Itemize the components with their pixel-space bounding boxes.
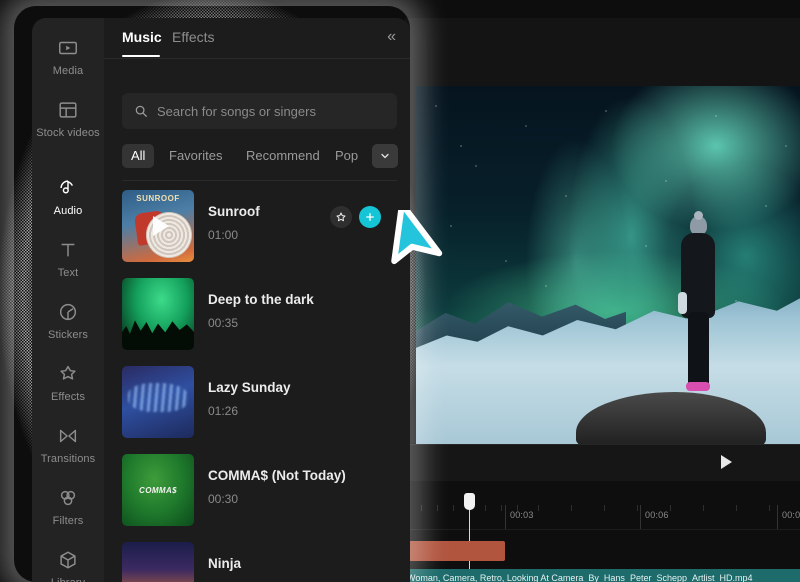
sidebar: Media Stock videos Audio Text Stickers E… — [32, 18, 104, 582]
song-duration: 01:00 — [208, 228, 239, 242]
tab-active-underline — [122, 55, 160, 57]
list-item[interactable]: Ninja 00:41 — [104, 534, 410, 582]
star-icon — [336, 212, 346, 222]
sidebar-item-label: Effects — [50, 391, 86, 403]
panel-content: Music Effects « Search for songs or sing… — [104, 18, 410, 582]
sidebar-item-audio[interactable]: Audio — [32, 168, 104, 226]
figure-legs — [688, 312, 709, 388]
playhead-handle[interactable] — [464, 493, 475, 510]
media-icon — [59, 41, 77, 55]
chip-all[interactable]: All — [122, 144, 155, 168]
list-item[interactable]: Lazy Sunday 01:26 — [104, 358, 410, 446]
sidebar-item-label: Audio — [53, 205, 83, 217]
plus-icon — [366, 213, 374, 221]
add-to-timeline-button[interactable] — [359, 206, 381, 228]
stickers-icon — [59, 303, 77, 321]
favorite-button[interactable] — [330, 206, 352, 228]
chip-recommend[interactable]: Recommend — [237, 144, 329, 168]
timeline[interactable]: 00:03 00:06 00:09 Woman, Camera, Retro, … — [405, 481, 800, 582]
song-list[interactable]: SUNROOF Sunroof 01:00 Deep to the dark 0… — [104, 182, 410, 582]
filters-icon — [60, 490, 76, 506]
ruler-label: 00:09 — [782, 510, 800, 520]
album-art[interactable] — [122, 278, 194, 350]
play-icon[interactable] — [153, 216, 169, 236]
album-art-text: COMMA$ — [139, 485, 177, 495]
sidebar-item-label: Filters — [52, 515, 84, 527]
person-figure — [678, 211, 718, 396]
sidebar-item-label: Stickers — [48, 329, 88, 341]
sidebar-item-stickers[interactable]: Stickers — [32, 292, 104, 350]
chevron-down-icon — [381, 153, 389, 159]
tab-effects[interactable]: Effects — [172, 29, 215, 45]
song-title: Lazy Sunday — [208, 380, 291, 395]
song-title: Deep to the dark — [208, 292, 314, 307]
sidebar-item-filters[interactable]: Filters — [32, 478, 104, 536]
audio-clip[interactable]: Woman, Camera, Retro, Looking At Camera_… — [405, 569, 800, 582]
collapse-panel-button[interactable]: « — [387, 28, 396, 46]
sidebar-item-effects[interactable]: Effects — [32, 354, 104, 412]
list-item[interactable]: Deep to the dark 00:35 — [104, 270, 410, 358]
sidebar-item-label: Library — [51, 577, 85, 582]
album-art[interactable] — [122, 542, 194, 582]
song-duration: 00:30 — [208, 492, 239, 506]
effects-icon — [60, 365, 76, 380]
timeline-ruler[interactable]: 00:03 00:06 00:09 — [405, 505, 800, 530]
album-art[interactable]: COMMA$ — [122, 454, 194, 526]
chip-pop[interactable]: Pop — [326, 144, 367, 168]
app-root: 00:03 00:06 00:09 Woman, Camera, Retro, … — [0, 0, 800, 582]
panel-tabs: Music Effects « — [104, 18, 410, 59]
sidebar-item-text[interactable]: Text — [32, 230, 104, 288]
tab-music[interactable]: Music — [122, 29, 162, 45]
chip-favorites[interactable]: Favorites — [160, 144, 231, 168]
library-icon — [60, 551, 76, 569]
sidebar-item-label: Media — [52, 65, 84, 77]
play-icon[interactable] — [721, 455, 732, 469]
audio-icon — [60, 180, 73, 194]
stock-videos-icon — [59, 102, 77, 118]
sidebar-item-label: Text — [57, 267, 79, 279]
song-title: Ninja — [208, 556, 242, 571]
list-item[interactable]: COMMA$ COMMA$ (Not Today) 00:30 — [104, 446, 410, 534]
search-input[interactable]: Search for songs or singers — [122, 93, 397, 129]
sidebar-item-media[interactable]: Media — [32, 28, 104, 86]
chips-more-button[interactable] — [372, 144, 398, 168]
album-art[interactable] — [122, 366, 194, 438]
search-icon — [135, 105, 147, 117]
sidebar-item-library[interactable]: Library — [32, 540, 104, 582]
song-duration: 00:35 — [208, 316, 239, 330]
song-duration: 01:26 — [208, 404, 239, 418]
transitions-icon — [59, 429, 77, 443]
list-item[interactable]: SUNROOF Sunroof 01:00 — [104, 182, 410, 270]
filter-chips: All Favorites Recommend Pop R — [122, 144, 410, 170]
album-art-text: SUNROOF — [136, 194, 180, 203]
song-title: COMMA$ (Not Today) — [208, 468, 346, 483]
media-panel: Media Stock videos Audio Text Stickers E… — [32, 18, 410, 582]
sidebar-item-stock-videos[interactable]: Stock videos — [32, 90, 104, 148]
ruler-label: 00:06 — [645, 510, 669, 520]
album-art[interactable]: SUNROOF — [122, 190, 194, 262]
ruler-label: 00:03 — [510, 510, 534, 520]
video-preview[interactable] — [416, 86, 800, 444]
song-title: Sunroof — [208, 204, 260, 219]
figure-shoe — [686, 382, 710, 391]
divider — [122, 180, 397, 181]
text-icon — [61, 243, 75, 257]
sidebar-item-transitions[interactable]: Transitions — [32, 416, 104, 474]
audio-clip-label: Woman, Camera, Retro, Looking At Camera_… — [407, 572, 753, 582]
figure-glove — [678, 292, 687, 314]
sidebar-item-label: Stock videos — [36, 127, 100, 139]
preview-control-bar — [405, 444, 800, 482]
sidebar-item-label: Transitions — [40, 453, 96, 465]
search-placeholder: Search for songs or singers — [157, 103, 316, 119]
